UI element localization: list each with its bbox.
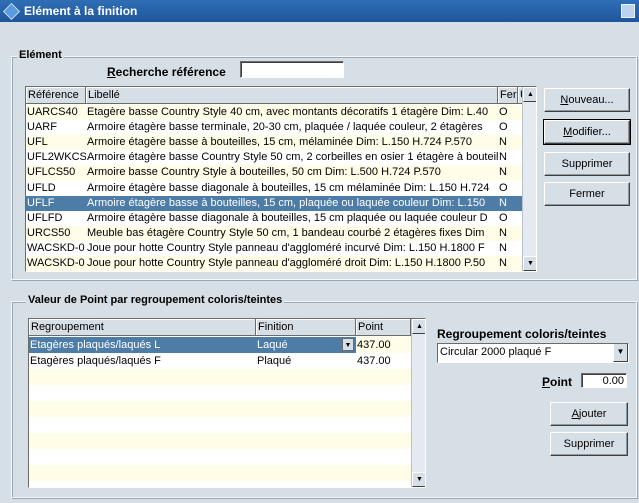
chevron-down-icon[interactable]: ▼ <box>613 344 628 362</box>
point-table[interactable]: Regroupement Finition Point Etagères pla… <box>28 318 426 488</box>
element-table[interactable]: Référence Libellé Fer Unité UARCS40Etagè… <box>25 86 537 272</box>
cell-reference: UFLCS50 <box>27 166 76 179</box>
cell-reference: UFL <box>27 136 48 149</box>
cell-libelle: Armoire basse Country Style à bouteilles… <box>87 166 441 179</box>
point-input[interactable] <box>581 373 627 388</box>
cell-libelle: Armoire étagère basse Country Style 50 c… <box>87 151 498 164</box>
column-header-point[interactable]: Point <box>356 319 411 336</box>
table-row[interactable]: URCS50 Meuble bas étagère Country Style 5… <box>26 225 531 241</box>
chevron-down-icon[interactable]: ▼ <box>342 338 354 351</box>
empty-row <box>29 369 411 385</box>
table-row[interactable]: UFL2WKCS Armoire étagère basse Country St… <box>26 150 531 166</box>
empty-row <box>29 465 411 481</box>
cell-finition: Plaqué <box>257 355 292 367</box>
cell-fer: O <box>499 211 508 224</box>
cell-fer: N <box>499 257 507 269</box>
cell-reference: UFLFD <box>27 211 63 224</box>
cell-fer: N <box>499 241 507 254</box>
supprimer-element-button[interactable]: Supprimer <box>544 152 630 176</box>
empty-row <box>29 385 411 401</box>
column-header-reference[interactable]: Référence <box>26 87 86 104</box>
modifier-button[interactable]: Modifier... <box>543 119 631 145</box>
cell-fer: N <box>499 166 507 179</box>
scroll-down-icon[interactable]: ▼ <box>412 472 425 487</box>
table-row[interactable]: UARF Armoire étagère basse terminale, 20-… <box>26 120 531 136</box>
close-icon[interactable] <box>621 4 635 18</box>
cell-fer: N <box>499 136 507 149</box>
cell-libelle: Etagère basse Country Style 40 cm, avec … <box>87 106 489 118</box>
element-table-scrollbar[interactable]: ▲ ▼ <box>522 87 536 271</box>
cell-reference: URCS50 <box>27 226 71 239</box>
column-header-libelle[interactable]: Libellé <box>86 87 498 104</box>
empty-row <box>29 449 411 465</box>
table-row[interactable]: WACSKD-0 Joue pour hotte Country Style pa… <box>26 256 531 271</box>
cell-reference: WACSKD-0 <box>27 257 85 269</box>
cell-fer: N <box>499 226 507 239</box>
cell-libelle: Armoire étagère basse à bouteilles, 15 c… <box>87 196 486 209</box>
search-reference-input[interactable] <box>240 61 344 78</box>
cell-reference: UARF <box>27 121 57 134</box>
regroupement-label: Regroupement coloris/teintes <box>437 327 607 341</box>
cell-point: 437.00 <box>357 355 391 367</box>
cell-reference: UARCS40 <box>27 106 78 118</box>
cell-fer: O <box>499 106 508 118</box>
cell-point: 437.00 <box>357 339 391 351</box>
column-header-finition[interactable]: Finition <box>256 319 356 336</box>
cell-libelle: Armoire étagère basse terminale, 20-30 c… <box>87 121 483 134</box>
cell-libelle: Joue pour hotte Country Style panneau d'… <box>87 257 486 269</box>
table-row[interactable]: UFLCS50 Armoire basse Country Style à bou… <box>26 165 531 181</box>
title-bar: Elément à la finition <box>0 0 639 22</box>
column-header-fer[interactable]: Fer <box>498 87 518 104</box>
window-title: Elément à la finition <box>24 4 138 18</box>
app-icon <box>3 3 20 20</box>
table-row[interactable]: Etagères plaqués/laqués L Laqué ▼ 437.00 <box>29 337 411 353</box>
regroupement-select[interactable]: Circular 2000 plaqué F ▼ <box>437 343 629 363</box>
table-row[interactable]: WACSKD-0 Joue pour hotte Country Style pa… <box>26 240 531 256</box>
search-reference-label: Recherche référence <box>107 65 226 79</box>
cell-fer: N <box>499 151 507 164</box>
column-header-regroupement[interactable]: Regroupement <box>29 319 256 336</box>
table-row[interactable]: UFLF Armoire étagère basse à bouteilles, … <box>26 195 531 211</box>
cell-libelle: Armoire étagère basse diagonale à boutei… <box>87 181 490 194</box>
point-group-legend: Valeur de Point par regroupement coloris… <box>26 294 285 306</box>
cell-fer: O <box>499 121 508 134</box>
cell-regroupement: Etagères plaqués/laqués L <box>29 337 256 353</box>
empty-row <box>29 401 411 417</box>
table-row[interactable]: UFL Armoire étagère basse à bouteilles, 1… <box>26 135 531 151</box>
cell-reference: UFLD <box>27 181 56 194</box>
cell-reference: UFL2WKCS <box>27 151 86 164</box>
cell-libelle: Meuble bas étagère Country Style 50 cm, … <box>87 226 485 239</box>
cell-libelle: Armoire étagère basse à bouteilles, 15 c… <box>87 136 473 149</box>
cell-libelle: Armoire étagère basse diagonale à boutei… <box>87 211 488 224</box>
empty-row <box>29 433 411 449</box>
cell-fer: O <box>499 181 508 194</box>
point-label: Point <box>542 375 573 389</box>
scroll-up-icon[interactable]: ▲ <box>412 319 425 334</box>
ajouter-button[interactable]: Ajouter <box>550 402 628 426</box>
cell-regroupement: Etagères plaqués/laqués F <box>30 355 161 367</box>
scroll-up-icon[interactable]: ▲ <box>523 87 536 102</box>
cell-reference: UFLF <box>27 196 55 209</box>
scroll-down-icon[interactable]: ▼ <box>523 256 536 271</box>
cell-fer: N <box>499 196 507 209</box>
regroupement-select-value: Circular 2000 plaqué F <box>440 346 552 358</box>
cell-libelle: Joue pour hotte Country Style panneau d'… <box>87 241 485 254</box>
table-row[interactable]: UFLFD Armoire étagère basse diagonale à b… <box>26 210 531 226</box>
point-table-scrollbar[interactable]: ▲ ▼ <box>411 319 425 487</box>
table-row[interactable]: UFLD Armoire étagère basse diagonale à bo… <box>26 180 531 196</box>
cell-finition: Laqué <box>256 337 356 353</box>
table-row[interactable]: UARCS40 Etagère basse Country Style 40 cm… <box>26 105 531 120</box>
empty-row <box>29 417 411 433</box>
fermer-button[interactable]: Fermer <box>544 182 630 206</box>
nouveau-button[interactable]: Nouveau... <box>544 88 630 112</box>
table-row[interactable]: Etagères plaqués/laqués F Plaqué 437.00 <box>29 353 411 369</box>
cell-reference: WACSKD-0 <box>27 241 85 254</box>
supprimer-point-button[interactable]: Supprimer <box>550 432 628 456</box>
element-group-legend: Elément <box>17 49 64 61</box>
